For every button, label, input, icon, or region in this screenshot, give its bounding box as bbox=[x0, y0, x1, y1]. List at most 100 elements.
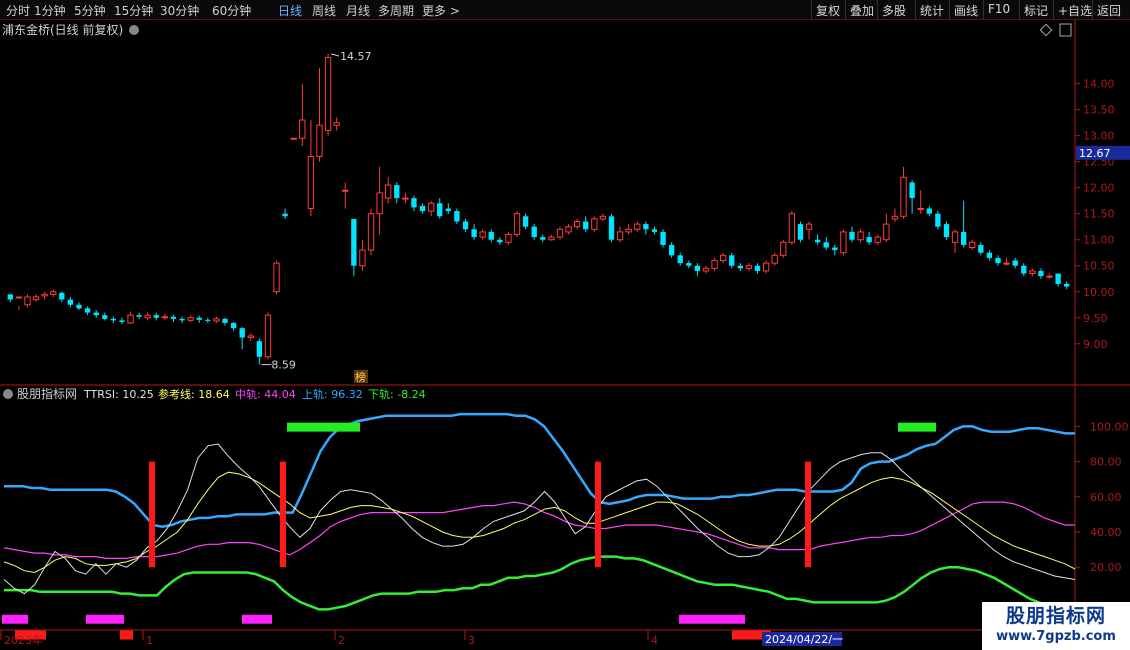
price-axis-label: 13.50 bbox=[1083, 104, 1115, 117]
candle-body bbox=[1064, 283, 1070, 287]
candle-body bbox=[144, 314, 151, 319]
toolbar-button-2[interactable]: 多股 bbox=[877, 0, 910, 20]
candle-body bbox=[1046, 275, 1053, 278]
candle-body bbox=[247, 335, 254, 339]
candle-body bbox=[660, 231, 666, 245]
toolbar-button-5[interactable]: F10 bbox=[983, 0, 1014, 20]
toolbar-button-3[interactable]: 统计 bbox=[915, 0, 948, 20]
time-axis-label: 1 bbox=[146, 634, 153, 647]
candle-body bbox=[454, 211, 460, 222]
indicator-name: 股朋指标网 bbox=[17, 386, 77, 401]
candle-body bbox=[59, 292, 65, 300]
candle-body bbox=[909, 182, 915, 199]
indicator-axis-label: 60.00 bbox=[1090, 491, 1122, 504]
candle-body bbox=[1003, 262, 1010, 265]
period-9[interactable]: 多周期 bbox=[378, 2, 414, 19]
bottom-marker-magenta bbox=[679, 614, 745, 624]
high-price-label: 14.57 bbox=[340, 50, 372, 63]
candle-body bbox=[651, 229, 658, 232]
candle-body bbox=[634, 223, 641, 230]
period-0[interactable]: 分时 bbox=[6, 2, 30, 19]
candle-body bbox=[917, 208, 924, 210]
candle-body bbox=[531, 226, 537, 238]
candle-body bbox=[814, 239, 821, 243]
toolbar-button-8[interactable]: 返回 bbox=[1092, 0, 1125, 20]
toolbar-button-0[interactable]: 复权 bbox=[811, 0, 844, 20]
title-dropdown-icon bbox=[129, 25, 139, 35]
candle-body bbox=[616, 231, 624, 241]
toolbar-button-1[interactable]: 叠加 bbox=[845, 0, 878, 20]
candle-body bbox=[591, 218, 598, 230]
candle-body bbox=[737, 265, 743, 269]
candle-body bbox=[556, 228, 564, 238]
lower-band-line bbox=[4, 555, 1076, 618]
candle-body bbox=[239, 328, 245, 338]
price-axis-label: 9.00 bbox=[1083, 338, 1108, 351]
price-axis-label: 11.00 bbox=[1083, 234, 1115, 247]
candle-body bbox=[497, 239, 503, 243]
period-7[interactable]: 周线 bbox=[312, 2, 336, 19]
candle-body bbox=[402, 197, 409, 200]
candle-body bbox=[50, 291, 57, 295]
period-5[interactable]: 60分钟 bbox=[212, 2, 251, 19]
candle-body bbox=[754, 265, 761, 271]
candle-body bbox=[84, 308, 91, 313]
candle-body bbox=[935, 213, 941, 227]
candle-body bbox=[273, 262, 280, 293]
price-axis-label: 11.50 bbox=[1083, 208, 1115, 221]
candle-body bbox=[471, 229, 477, 238]
period-4[interactable]: 30分钟 bbox=[160, 2, 199, 19]
candle-body bbox=[307, 155, 315, 209]
candle-body bbox=[333, 122, 340, 126]
bottom-marker-magenta bbox=[86, 614, 124, 624]
time-axis-label: 4 bbox=[651, 634, 658, 647]
candle-body bbox=[805, 223, 813, 230]
rank-tag: 榜 bbox=[355, 370, 366, 384]
toolbar-button-4[interactable]: 画线 bbox=[949, 0, 982, 20]
candle-body bbox=[411, 198, 417, 208]
period-8[interactable]: 月线 bbox=[346, 2, 370, 19]
candle-body bbox=[583, 221, 589, 230]
candle-body bbox=[771, 254, 778, 264]
indicator-value-1: 参考线: 18.64 bbox=[158, 387, 230, 401]
candle-body bbox=[505, 234, 512, 243]
candle-body bbox=[32, 296, 40, 301]
candle-body bbox=[93, 312, 99, 316]
candle-body bbox=[376, 192, 383, 215]
candle-body bbox=[437, 203, 443, 217]
period-10[interactable]: 更多 > bbox=[422, 2, 460, 19]
candle-body bbox=[711, 260, 718, 269]
candle-body bbox=[15, 296, 23, 299]
candle-body bbox=[883, 223, 890, 241]
candle-body bbox=[205, 319, 211, 321]
price-axis-label: 13.00 bbox=[1083, 130, 1115, 143]
candle-body bbox=[694, 265, 701, 271]
candle-body bbox=[951, 231, 959, 243]
price-axis-label: 14.00 bbox=[1083, 78, 1115, 91]
top-marker bbox=[898, 422, 936, 432]
candle-body bbox=[540, 237, 546, 240]
watermark-url: www.7gpzb.com bbox=[996, 629, 1116, 644]
candle-body bbox=[686, 263, 692, 266]
candle-body bbox=[788, 213, 796, 243]
candle-body bbox=[891, 215, 899, 220]
candle-body bbox=[729, 255, 735, 266]
period-2[interactable]: 5分钟 bbox=[74, 2, 106, 19]
candle-body bbox=[419, 205, 426, 212]
candle-body bbox=[900, 176, 907, 217]
period-3[interactable]: 15分钟 bbox=[114, 2, 153, 19]
candle-body bbox=[359, 249, 366, 267]
toolbar-button-7[interactable]: +自选 bbox=[1053, 0, 1096, 20]
candle-body bbox=[462, 221, 469, 230]
period-1[interactable]: 1分钟 bbox=[34, 2, 66, 19]
toolbar-button-6[interactable]: 标记 bbox=[1019, 0, 1052, 20]
period-6[interactable]: 日线 bbox=[278, 2, 302, 19]
candle-body bbox=[299, 119, 306, 139]
candle-body bbox=[222, 318, 228, 323]
time-axis-label: 2023年 bbox=[4, 633, 43, 647]
instrument-title: 浦东金桥(日线 前复权) bbox=[2, 22, 123, 37]
candle-body bbox=[290, 137, 297, 140]
price-axis-label: 10.50 bbox=[1083, 260, 1115, 273]
time-axis-label: 3 bbox=[468, 634, 475, 647]
candle-body bbox=[230, 322, 237, 329]
